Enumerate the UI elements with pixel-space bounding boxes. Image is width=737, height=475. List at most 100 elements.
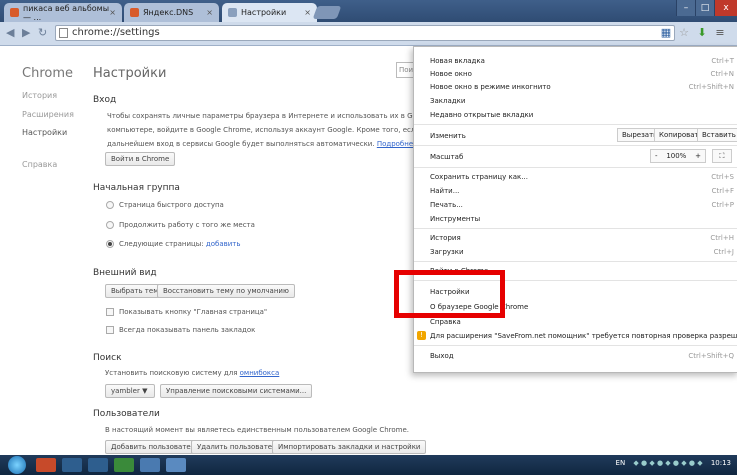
tab-title: пикаса веб альбомы — ...	[23, 3, 110, 22]
sidebar-item-history[interactable]: История	[22, 91, 57, 100]
tab-close-icon[interactable]: ×	[109, 8, 116, 17]
shortcut-incognito: Ctrl+Shift+N	[688, 83, 734, 91]
start-button[interactable]	[8, 456, 26, 474]
close-button[interactable]: x	[714, 0, 737, 16]
highlight-box	[394, 270, 505, 318]
zoom-in-button[interactable]: +	[695, 150, 701, 162]
sidebar-item-settings[interactable]: Настройки	[22, 128, 67, 137]
menu-item-incognito[interactable]: Новое окно в режиме инкогнито	[430, 83, 551, 91]
users-text: В настоящий момент вы являетесь единстве…	[105, 426, 410, 434]
taskbar-app-icon[interactable]	[62, 458, 82, 472]
taskbar-app-icon[interactable]	[114, 458, 134, 472]
radio-new-tab-page[interactable]	[106, 201, 114, 209]
paste-button[interactable]: Вставить	[697, 128, 737, 142]
signin-text-line3-label: дальнейшем вход в сервисы Google будет в…	[107, 140, 375, 148]
search-engine-select[interactable]: yambler ▼	[105, 384, 155, 398]
checkbox-label: Всегда показывать панель закладок	[119, 326, 256, 334]
reset-theme-button[interactable]: Восстановить тему по умолчанию	[157, 284, 295, 298]
warning-icon: !	[417, 331, 426, 340]
zoom-value: 100%	[666, 152, 687, 160]
radio-label: Продолжить работу с того же места	[119, 221, 255, 229]
menu-separator	[414, 261, 737, 262]
search-text: Установить поисковую систему для омнибок…	[105, 369, 279, 377]
menu-item-recent-tabs[interactable]: Недавно открытые вкладки	[430, 111, 533, 119]
add-pages-link[interactable]: добавить	[206, 240, 241, 248]
menu-item-new-window[interactable]: Новое окно	[430, 70, 472, 78]
menu-item-new-tab[interactable]: Новая вкладка	[430, 57, 485, 65]
taskbar-app-icon[interactable]	[36, 458, 56, 472]
signin-heading: Вход	[93, 95, 117, 105]
toolbar: ◀ ▶ ↻ chrome://settings ▦ ☆ ⬇ ≡	[0, 22, 737, 46]
address-bar[interactable]: chrome://settings	[55, 25, 675, 41]
maximize-button[interactable]: □	[695, 0, 714, 16]
menu-separator	[414, 124, 737, 125]
menu-item-downloads[interactable]: Загрузки	[430, 248, 464, 256]
sidebar-item-extensions[interactable]: Расширения	[22, 110, 74, 119]
menu-item-extension-warning[interactable]: Для расширения "SaveFrom.net помощник" т…	[430, 332, 737, 340]
toolbar-icons: ▦ ☆ ⬇ ≡	[659, 26, 727, 40]
menu-item-history[interactable]: История	[430, 234, 461, 242]
menu-separator	[414, 167, 737, 168]
clock[interactable]: 10:13	[711, 459, 731, 467]
extension-icon[interactable]: ▦	[659, 26, 673, 40]
shortcut-history: Ctrl+H	[710, 234, 734, 242]
zoom-out-button[interactable]: -	[655, 150, 658, 162]
radio-label-text: Следующие страницы:	[119, 240, 204, 248]
radio-specific-pages[interactable]	[106, 240, 114, 248]
search-engine-value: yambler	[111, 387, 140, 395]
menu-item-edit: Изменить	[430, 132, 466, 140]
menu-item-help[interactable]: Справка	[430, 318, 461, 326]
language-indicator[interactable]: EN	[616, 459, 626, 467]
appearance-heading: Внешний вид	[93, 268, 157, 278]
startup-heading: Начальная группа	[93, 183, 180, 193]
window-controls: – □ x	[676, 0, 737, 16]
tab-close-icon[interactable]: ×	[304, 8, 311, 17]
shortcut-downloads: Ctrl+J	[713, 248, 734, 256]
tray-icons[interactable]: ◆ ● ◆ ● ◆ ● ◆ ● ◆	[633, 459, 702, 467]
fullscreen-icon[interactable]: ⛶	[712, 149, 732, 163]
menu-item-exit[interactable]: Выход	[430, 352, 454, 360]
manage-search-engines-button[interactable]: Управление поисковыми системами...	[160, 384, 313, 398]
radio-continue[interactable]	[106, 221, 114, 229]
reload-icon[interactable]: ↻	[38, 27, 50, 39]
forward-icon[interactable]: ▶	[22, 27, 34, 39]
menu-item-find[interactable]: Найти...	[430, 187, 459, 195]
menu-separator	[414, 228, 737, 229]
menu-item-bookmarks[interactable]: Закладки	[430, 97, 465, 105]
shortcut-new-tab: Ctrl+T	[711, 57, 734, 65]
omnibox-link[interactable]: омнибокса	[240, 369, 280, 377]
taskbar-app-icon[interactable]	[166, 458, 186, 472]
show-bookmarks-checkbox[interactable]	[106, 326, 114, 334]
taskbar-app-icon[interactable]	[88, 458, 108, 472]
system-tray: EN ◆ ● ◆ ● ◆ ● ◆ ● ◆ 10:13	[616, 459, 731, 467]
tab-favicon-icon	[130, 8, 139, 17]
sidebar-item-help[interactable]: Справка	[22, 160, 57, 169]
menu-item-print[interactable]: Печать...	[430, 201, 463, 209]
new-tab-button[interactable]	[312, 6, 342, 19]
tab-close-icon[interactable]: ×	[206, 8, 213, 17]
page-icon	[59, 28, 68, 38]
import-bookmarks-button[interactable]: Импортировать закладки и настройки	[272, 440, 427, 454]
show-home-checkbox[interactable]	[106, 308, 114, 316]
menu-icon[interactable]: ≡	[713, 26, 727, 40]
menu-item-tools[interactable]: Инструменты	[430, 215, 480, 223]
radio-label: Страница быстрого доступа	[119, 201, 224, 209]
tab-yandex-dns[interactable]: Яндекс.DNS ×	[124, 3, 219, 22]
tab-title: Яндекс.DNS	[143, 8, 194, 17]
shortcut-save-as: Ctrl+S	[711, 173, 734, 181]
bookmark-star-icon[interactable]: ☆	[677, 26, 691, 40]
download-extension-icon[interactable]: ⬇	[695, 26, 709, 40]
tab-settings[interactable]: Настройки ×	[222, 3, 317, 22]
search-text-label: Установить поисковую систему для	[105, 369, 238, 377]
checkbox-label: Показывать кнопку "Главная страница"	[119, 308, 268, 316]
menu-item-save-as[interactable]: Сохранить страницу как...	[430, 173, 528, 181]
minimize-button[interactable]: –	[676, 0, 695, 16]
tab-picasa[interactable]: пикаса веб альбомы — ... ×	[4, 3, 122, 22]
signin-button[interactable]: Войти в Chrome	[105, 152, 176, 166]
chrome-menu: Новая вкладка Ctrl+T Новое окно Ctrl+N Н…	[413, 46, 737, 373]
zoom-control: - 100% +	[650, 149, 706, 163]
taskbar: EN ◆ ● ◆ ● ◆ ● ◆ ● ◆ 10:13	[0, 455, 737, 475]
taskbar-app-icon[interactable]	[140, 458, 160, 472]
back-icon[interactable]: ◀	[6, 27, 18, 39]
signin-text-line3: дальнейшем вход в сервисы Google будет в…	[107, 140, 424, 148]
